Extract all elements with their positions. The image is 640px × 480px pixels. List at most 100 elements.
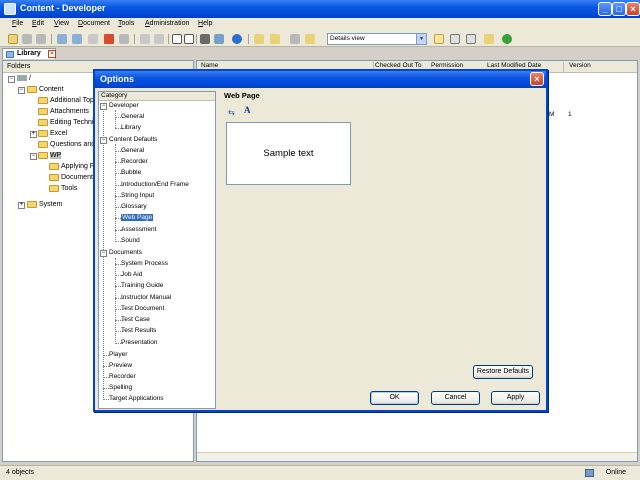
expander-minus[interactable]: − xyxy=(8,76,15,83)
new-icon[interactable] xyxy=(8,34,18,44)
category-item[interactable]: Job Aid xyxy=(121,270,142,280)
tree-item[interactable]: Attachments xyxy=(38,107,89,117)
tree-item-wp[interactable]: WP xyxy=(38,151,62,161)
undo-icon[interactable] xyxy=(140,34,150,44)
category-documents[interactable]: Documents xyxy=(109,248,142,258)
collapse-icon[interactable] xyxy=(184,34,194,44)
open-icon[interactable] xyxy=(22,34,32,44)
view-select[interactable]: Details view ▼ xyxy=(327,33,427,45)
expand-icon[interactable] xyxy=(172,34,182,44)
category-developer[interactable]: Developer xyxy=(109,101,139,111)
tree-item[interactable]: Excel xyxy=(38,129,67,139)
outline-view-icon[interactable] xyxy=(466,34,476,44)
menu-edit[interactable]: Edit xyxy=(32,20,44,27)
menu-administration[interactable]: Administration xyxy=(145,20,189,27)
expander-minus[interactable]: − xyxy=(100,250,107,257)
category-item[interactable]: System Process xyxy=(121,259,168,269)
category-item[interactable]: Test Document xyxy=(121,304,164,314)
category-content-defaults[interactable]: Content Defaults xyxy=(109,135,157,145)
expander-minus[interactable]: − xyxy=(18,87,25,94)
category-item[interactable]: General xyxy=(121,146,144,156)
expander-minus[interactable]: − xyxy=(100,137,107,144)
save-icon[interactable] xyxy=(36,34,46,44)
cancel-button[interactable]: Cancel xyxy=(431,391,480,405)
details-view-icon[interactable] xyxy=(434,34,444,44)
category-item[interactable]: Assessment xyxy=(121,225,156,235)
tree-item[interactable]: Tools xyxy=(49,184,77,194)
find-icon[interactable] xyxy=(200,34,210,44)
publish-icon[interactable] xyxy=(305,34,315,44)
column-permission[interactable]: Permission xyxy=(431,62,463,69)
menu-file[interactable]: File xyxy=(12,20,23,27)
maximize-button[interactable]: □ xyxy=(612,2,626,16)
tree-item[interactable]: Additional Top xyxy=(38,96,94,106)
column-last-modified[interactable]: Last Modified Date xyxy=(487,62,541,69)
font-color-icon[interactable]: ⇆ xyxy=(228,108,238,117)
ok-button[interactable]: OK xyxy=(370,391,419,405)
tree-item[interactable]: Document xyxy=(49,173,93,183)
category-item[interactable]: Training Guide xyxy=(121,281,163,291)
delete-icon[interactable] xyxy=(104,34,114,44)
column-name[interactable]: Name xyxy=(201,62,218,69)
minimize-button[interactable]: _ xyxy=(598,2,612,16)
close-window-button[interactable]: × xyxy=(626,2,640,16)
expander-minus[interactable]: − xyxy=(30,153,37,160)
checkout-icon[interactable] xyxy=(254,34,264,44)
column-version[interactable]: Version xyxy=(569,62,591,69)
category-item[interactable]: Recorder xyxy=(121,157,148,167)
close-tab-icon[interactable]: × xyxy=(48,50,56,58)
tree-root[interactable]: / xyxy=(17,74,31,84)
category-spelling[interactable]: Spelling xyxy=(109,383,132,393)
tree-item-content[interactable]: Content xyxy=(27,85,64,95)
properties-icon[interactable] xyxy=(214,34,224,44)
folder-action-icon[interactable] xyxy=(484,34,494,44)
split-view-icon[interactable] xyxy=(450,34,460,44)
cut-icon[interactable] xyxy=(57,34,67,44)
expander-plus[interactable]: + xyxy=(30,131,37,138)
category-player[interactable]: Player xyxy=(109,350,127,360)
category-item[interactable]: General xyxy=(121,112,144,122)
apply-button[interactable]: Apply xyxy=(491,391,540,405)
font-icon[interactable]: A xyxy=(244,105,251,115)
checkin-icon[interactable] xyxy=(270,34,280,44)
category-item[interactable]: Test Case xyxy=(121,315,150,325)
help-icon[interactable] xyxy=(232,34,242,44)
tab-library[interactable]: Library × xyxy=(2,48,56,59)
copy-icon[interactable] xyxy=(72,34,82,44)
tree-item[interactable]: Editing Techni xyxy=(38,118,93,128)
restore-defaults-button[interactable]: Restore Defaults xyxy=(473,365,533,379)
category-item[interactable]: Test Results xyxy=(121,326,156,336)
category-item[interactable]: Introduction/End Frame xyxy=(121,180,189,190)
refresh-icon[interactable] xyxy=(502,34,512,44)
redo-icon[interactable] xyxy=(154,34,164,44)
category-item-web-page[interactable]: Web Page xyxy=(121,213,154,223)
menu-tools[interactable]: Tools xyxy=(118,20,134,27)
menu-view[interactable]: View xyxy=(54,20,69,27)
menu-help[interactable]: Help xyxy=(198,20,212,27)
column-checked-out[interactable]: Checked Out To xyxy=(375,62,422,69)
computer-icon xyxy=(17,75,27,82)
rename-icon[interactable] xyxy=(119,34,129,44)
column-separator[interactable] xyxy=(563,62,564,72)
tree-item[interactable]: Applying F xyxy=(49,162,94,172)
tree-item[interactable]: Questions and xyxy=(38,140,95,150)
category-preview[interactable]: Preview xyxy=(109,361,132,371)
category-item[interactable]: String Input xyxy=(121,191,154,201)
category-item[interactable]: Glossary xyxy=(121,202,147,212)
category-recorder[interactable]: Recorder xyxy=(109,372,136,382)
expander-minus[interactable]: − xyxy=(100,103,107,110)
category-item[interactable]: Sound xyxy=(121,236,140,246)
category-item[interactable]: Instructor Manual xyxy=(121,293,171,303)
tree-item-system[interactable]: System xyxy=(27,200,62,210)
close-dialog-button[interactable]: × xyxy=(530,72,544,86)
menu-document[interactable]: Document xyxy=(78,20,110,27)
print-icon[interactable] xyxy=(290,34,300,44)
paste-icon[interactable] xyxy=(88,34,98,44)
category-item[interactable]: Bubble xyxy=(121,168,141,178)
category-item[interactable]: Library xyxy=(121,123,141,133)
horizontal-scrollbar[interactable] xyxy=(197,452,637,461)
expander-plus[interactable]: + xyxy=(18,202,25,209)
chevron-down-icon[interactable]: ▼ xyxy=(416,34,426,44)
category-target-applications[interactable]: Target Applications xyxy=(109,394,164,404)
category-item[interactable]: Presentation xyxy=(121,338,158,348)
